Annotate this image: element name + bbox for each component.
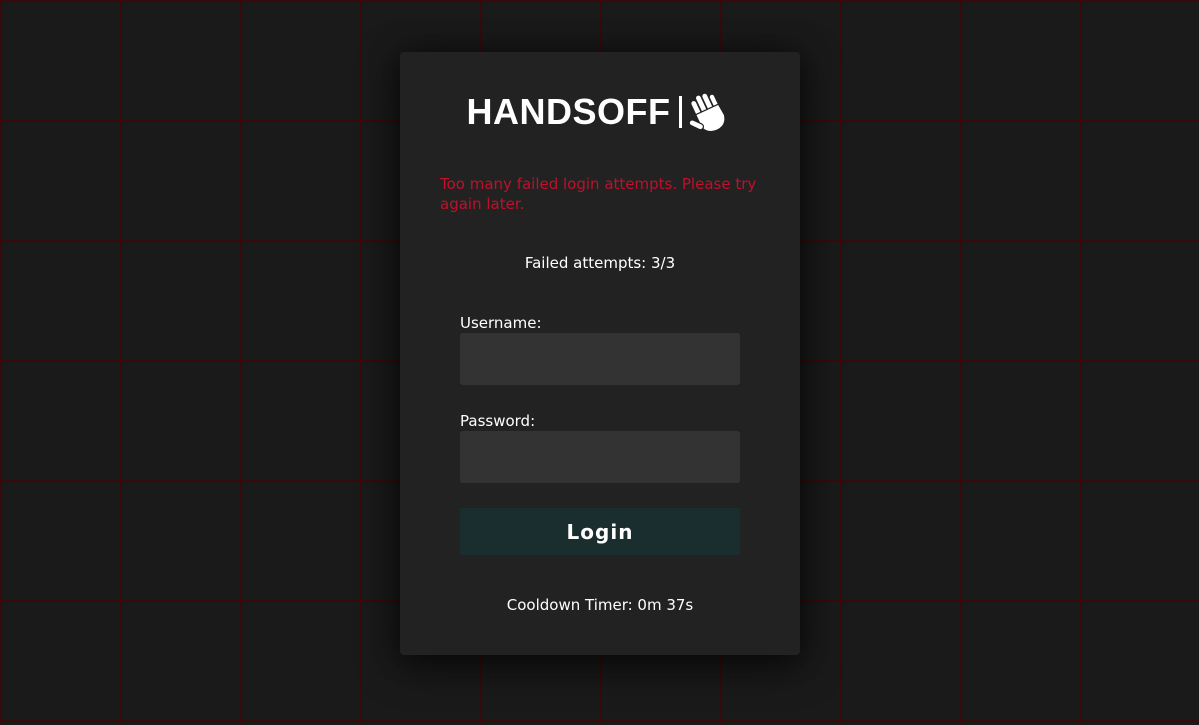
login-button[interactable]: Login xyxy=(460,508,740,555)
username-input[interactable] xyxy=(460,333,740,385)
login-card: HANDSOFF Too many failed login attempts.… xyxy=(400,52,800,655)
failed-attempts-text: Failed attempts: 3/3 xyxy=(524,254,676,272)
logo-divider xyxy=(678,96,682,128)
username-label: Username: xyxy=(460,314,542,332)
password-label: Password: xyxy=(460,412,536,430)
logo-text: HANDSOFF xyxy=(466,91,671,132)
password-input[interactable] xyxy=(460,431,740,483)
error-message: Too many failed login attempts. Please t… xyxy=(440,175,757,213)
logo: HANDSOFF xyxy=(400,90,800,134)
cooldown-timer: Cooldown Timer: 0m 37s xyxy=(506,596,694,614)
waving-hand-icon xyxy=(688,92,726,133)
